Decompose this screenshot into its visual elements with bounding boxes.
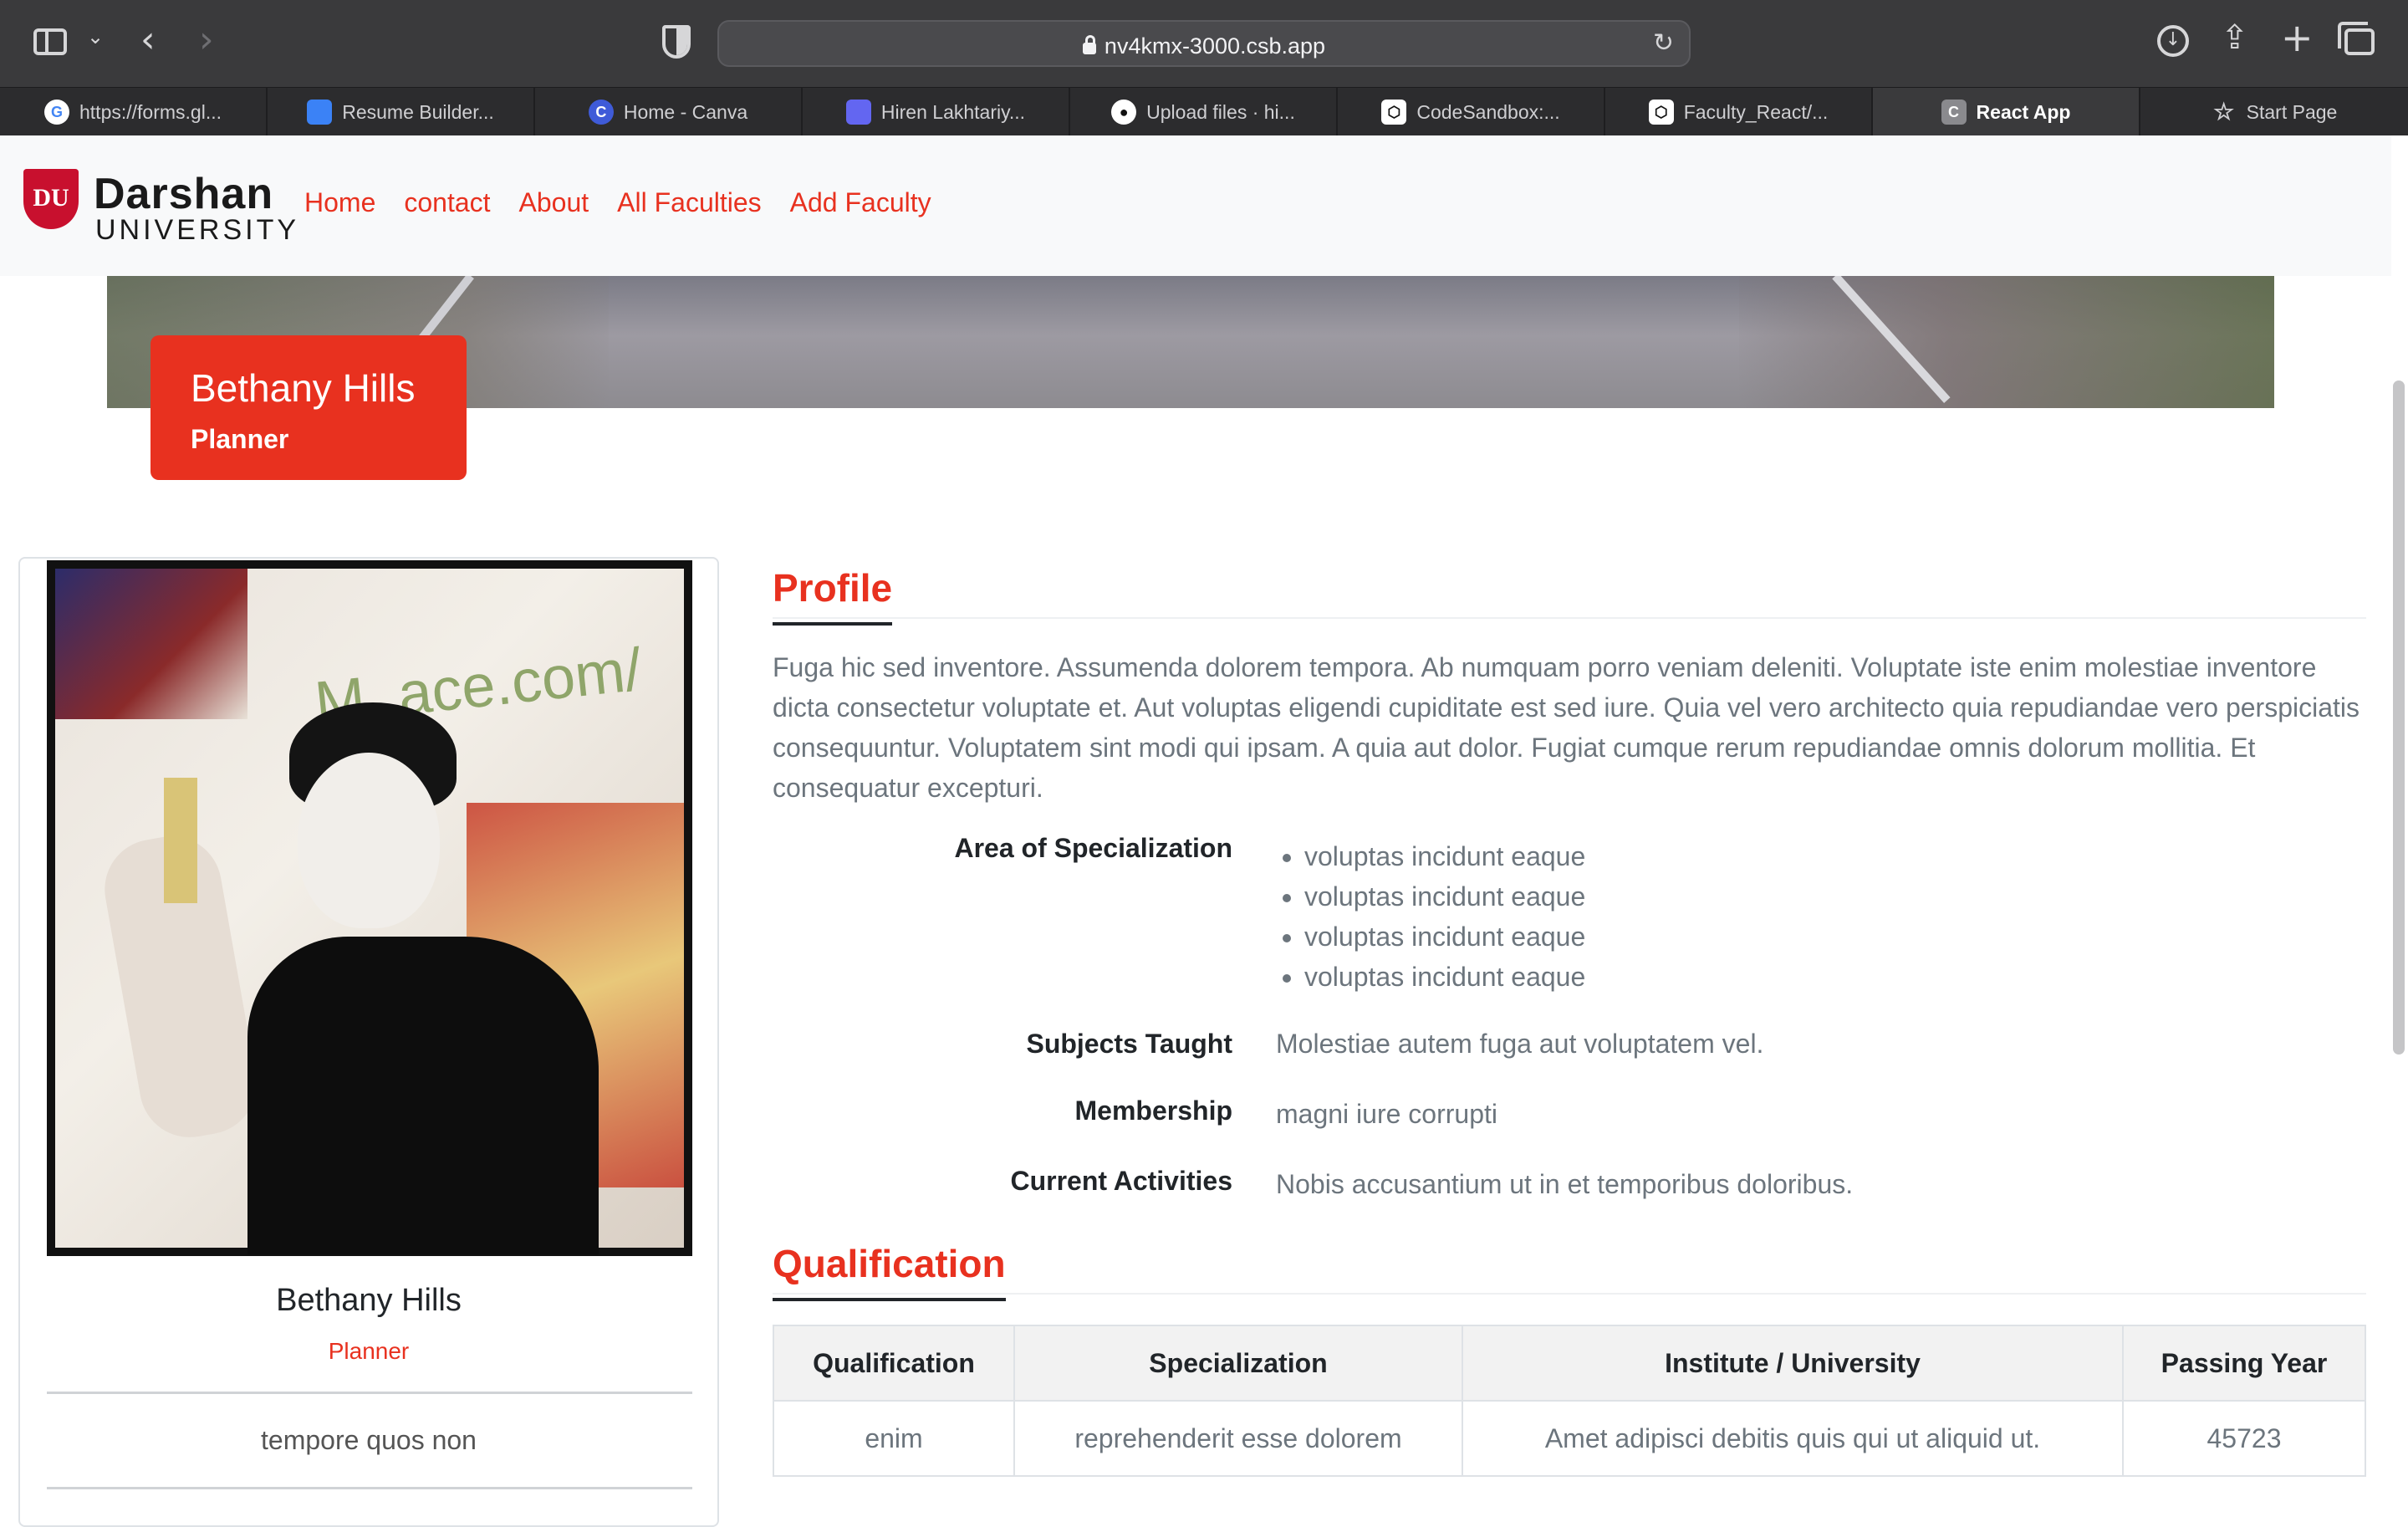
list-item: voluptas incidunt eaque <box>1304 917 1585 957</box>
specialization-label: Area of Specialization <box>954 833 1232 863</box>
column-header: Institute / University <box>1462 1325 2124 1402</box>
nav-home[interactable]: Home <box>304 187 375 218</box>
star-icon: ☆ <box>2213 99 2235 125</box>
card-name: Bethany Hills <box>276 1283 462 1318</box>
forward-icon[interactable]: › <box>199 18 214 61</box>
faculty-photo: M_ace.com/ <box>47 560 692 1256</box>
browser-tab[interactable]: ☆ Start Page <box>2140 88 2408 136</box>
tab-bar: Ghttps://forms.gl... Resume Builder... C… <box>0 87 2408 136</box>
logo-mark: DU <box>23 169 79 229</box>
membership-label: Membership <box>1074 1095 1232 1126</box>
codesandbox-icon: ⬡ <box>1381 100 1407 125</box>
browser-toolbar: ⌄ ‹ › nv4kmx-3000.csb.app ↻ ↓ ⇪ + <box>0 0 2408 87</box>
profile-text: Fuga hic sed inventore. Assumenda dolore… <box>773 652 2360 803</box>
faculty-card: M_ace.com/ Bethany Hills Planner tempore… <box>18 557 719 1527</box>
browser-tab[interactable]: ⬡ CodeSandbox:... <box>1338 88 1605 136</box>
section-divider <box>773 1293 2366 1295</box>
new-tab-icon[interactable]: + <box>2281 15 2314 60</box>
share-icon[interactable]: ⇪ <box>2221 18 2249 57</box>
activities-value: Nobis accusantium ut in et temporibus do… <box>1276 1169 1854 1199</box>
list-item: voluptas incidunt eaque <box>1304 957 1585 997</box>
card-role: Planner <box>328 1338 410 1364</box>
university-logo[interactable]: DU Darshan UNIVERSITY <box>23 169 296 253</box>
qualification-table: Qualification Specialization Institute /… <box>773 1325 2366 1477</box>
download-icon[interactable]: ↓ <box>2157 25 2189 57</box>
profile-icon <box>845 100 871 125</box>
nav-contact[interactable]: contact <box>404 187 490 218</box>
browser-tab[interactable]: ● Upload files · hi... <box>1070 88 1338 136</box>
table-header-row: Qualification Specialization Institute /… <box>773 1325 2366 1402</box>
github-icon: ● <box>1111 100 1137 125</box>
browser-tab[interactable]: Resume Builder... <box>268 88 535 136</box>
tab-overview-icon[interactable] <box>2338 22 2375 55</box>
google-icon: G <box>44 100 69 125</box>
lock-icon <box>1082 35 1096 54</box>
nav-about[interactable]: About <box>519 187 589 218</box>
subjects-value: Molestiae autem fuga aut voluptatem vel. <box>1276 1029 1764 1059</box>
hero-name-card: Bethany Hills Planner <box>150 335 467 480</box>
specialization-list: voluptas incidunt eaque voluptas incidun… <box>1304 836 1585 997</box>
react-app-icon: C <box>1941 100 1967 125</box>
browser-tab[interactable]: Ghttps://forms.gl... <box>0 88 268 136</box>
hero-role: Planner <box>191 424 289 454</box>
card-divider <box>47 1392 692 1394</box>
chevron-down-icon[interactable]: ⌄ <box>87 25 104 49</box>
column-header: Specialization <box>1013 1325 1463 1402</box>
logo-subtitle: UNIVERSITY <box>95 214 300 246</box>
app-navbar: DU Darshan UNIVERSITY Home contact About… <box>0 135 2391 276</box>
list-item: voluptas incidunt eaque <box>1304 876 1585 917</box>
nav-all-faculties[interactable]: All Faculties <box>617 187 762 218</box>
codesandbox-icon: ⬡ <box>1648 100 1674 125</box>
browser-tab[interactable]: ⬡ Faculty_React/... <box>1605 88 1873 136</box>
section-divider <box>773 617 2366 619</box>
canva-icon: C <box>588 100 614 125</box>
column-header: Qualification <box>773 1325 1015 1402</box>
table-cell: Amet adipisci debitis quis qui ut aliqui… <box>1462 1400 2124 1477</box>
page-scrollbar[interactable] <box>2393 380 2405 1055</box>
browser-tab[interactable]: Hiren Lakhtariy... <box>803 88 1070 136</box>
column-header: Passing Year <box>2122 1325 2366 1402</box>
table-cell: enim <box>773 1400 1015 1477</box>
card-extra-text: tempore quos non <box>261 1425 477 1455</box>
hero-name: Bethany Hills <box>191 366 416 410</box>
subjects-label: Subjects Taught <box>1026 1029 1232 1059</box>
browser-tab[interactable]: C Home - Canva <box>535 88 803 136</box>
activities-label: Current Activities <box>1010 1166 1232 1196</box>
sidebar-toggle-icon[interactable] <box>33 28 67 55</box>
back-icon[interactable]: ‹ <box>140 18 156 61</box>
table-cell: 45723 <box>2122 1400 2366 1477</box>
membership-value: magni iure corrupti <box>1276 1099 1497 1129</box>
table-cell: reprehenderit esse dolorem <box>1013 1400 1463 1477</box>
resume-icon <box>307 100 333 125</box>
table-row: enim reprehenderit esse dolorem Amet adi… <box>773 1400 2366 1477</box>
address-bar[interactable]: nv4kmx-3000.csb.app ↻ <box>717 20 1691 67</box>
reload-icon[interactable]: ↻ <box>1653 28 1674 58</box>
nav-add-faculty[interactable]: Add Faculty <box>790 187 931 218</box>
url-text: nv4kmx-3000.csb.app <box>1104 33 1326 59</box>
list-item: voluptas incidunt eaque <box>1304 836 1585 876</box>
privacy-shield-icon[interactable] <box>662 25 691 59</box>
logo-name: Darshan <box>94 170 274 218</box>
card-divider <box>47 1487 692 1489</box>
browser-tab-active[interactable]: C React App <box>1873 88 2140 136</box>
nav-links: Home contact About All Faculties Add Fac… <box>304 187 931 218</box>
